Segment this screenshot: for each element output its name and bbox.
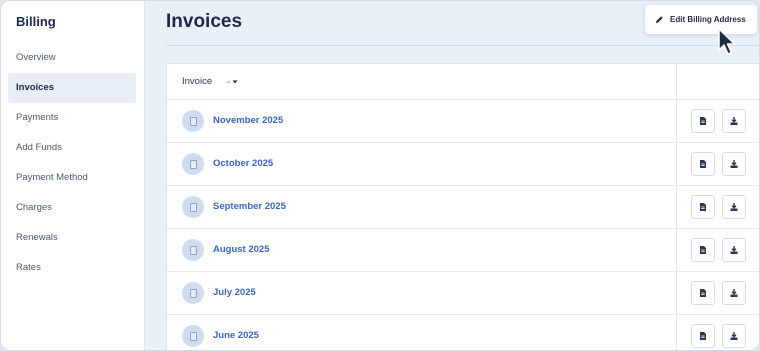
- invoice-file-icon: [182, 153, 204, 175]
- view-invoice-button[interactable]: [691, 195, 715, 219]
- sort-icon[interactable]: [225, 78, 239, 86]
- sidebar-item-renewals[interactable]: Renewals: [8, 223, 136, 253]
- download-invoice-button[interactable]: [722, 195, 746, 219]
- invoice-link[interactable]: September 2025: [213, 201, 286, 212]
- invoice-file-icon: [182, 196, 204, 218]
- page-title: Invoices: [166, 11, 243, 32]
- table-row: July 2025: [167, 272, 759, 315]
- invoice-link[interactable]: October 2025: [213, 158, 273, 169]
- view-document-icon: [700, 246, 706, 254]
- download-invoice-button[interactable]: [722, 152, 746, 176]
- mouse-cursor-icon: [718, 28, 736, 55]
- sidebar: Billing Overview Invoices Payments Add Fund…: [1, 1, 145, 350]
- sidebar-item-charges[interactable]: Charges: [8, 193, 136, 223]
- table-row: June 2025: [167, 315, 759, 350]
- download-invoice-button[interactable]: [722, 281, 746, 305]
- view-invoice-button[interactable]: [691, 152, 715, 176]
- download-icon: [730, 332, 738, 340]
- header-divider: [166, 45, 759, 46]
- sidebar-nav: Overview Invoices Payments Add Funds Payment…: [8, 43, 136, 283]
- download-icon: [730, 117, 738, 125]
- invoice-link[interactable]: November 2025: [213, 115, 283, 126]
- download-icon: [730, 246, 738, 254]
- sidebar-item-rates[interactable]: Rates: [8, 253, 136, 283]
- edit-billing-address-button[interactable]: Edit Billing Address: [645, 5, 757, 34]
- invoices-table: Invoice November 2025 October 2025 Septemb…: [166, 63, 759, 350]
- table-row: October 2025: [167, 143, 759, 186]
- app-window: Billing Overview Invoices Payments Add Fund…: [0, 0, 760, 351]
- sidebar-item-payments[interactable]: Payments: [8, 103, 136, 133]
- column-header-invoice[interactable]: Invoice: [182, 76, 212, 87]
- edit-billing-address-label: Edit Billing Address: [670, 15, 746, 24]
- sidebar-item-payment-method[interactable]: Payment Method: [8, 163, 136, 193]
- download-invoice-button[interactable]: [722, 109, 746, 133]
- download-invoice-button[interactable]: [722, 324, 746, 348]
- sidebar-item-overview[interactable]: Overview: [8, 43, 136, 73]
- invoice-link[interactable]: August 2025: [213, 244, 270, 255]
- pencil-icon: [655, 16, 663, 24]
- invoice-link[interactable]: July 2025: [213, 287, 256, 298]
- sidebar-item-add-funds[interactable]: Add Funds: [8, 133, 136, 163]
- view-document-icon: [700, 332, 706, 340]
- view-invoice-button[interactable]: [691, 281, 715, 305]
- download-icon: [730, 289, 738, 297]
- view-invoice-button[interactable]: [691, 109, 715, 133]
- table-row: November 2025: [167, 100, 759, 143]
- view-document-icon: [700, 289, 706, 297]
- table-row: August 2025: [167, 229, 759, 272]
- download-icon: [730, 203, 738, 211]
- download-invoice-button[interactable]: [722, 238, 746, 262]
- invoice-file-icon: [182, 239, 204, 261]
- invoice-file-icon: [182, 110, 204, 132]
- table-row: September 2025: [167, 186, 759, 229]
- view-document-icon: [700, 160, 706, 168]
- view-document-icon: [700, 117, 706, 125]
- sidebar-title: Billing: [16, 14, 56, 29]
- invoice-link[interactable]: June 2025: [213, 330, 259, 341]
- invoice-file-icon: [182, 325, 204, 347]
- view-invoice-button[interactable]: [691, 324, 715, 348]
- view-invoice-button[interactable]: [691, 238, 715, 262]
- table-header: Invoice: [167, 64, 759, 100]
- view-document-icon: [700, 203, 706, 211]
- sidebar-item-invoices[interactable]: Invoices: [8, 73, 136, 103]
- download-icon: [730, 160, 738, 168]
- invoice-file-icon: [182, 282, 204, 304]
